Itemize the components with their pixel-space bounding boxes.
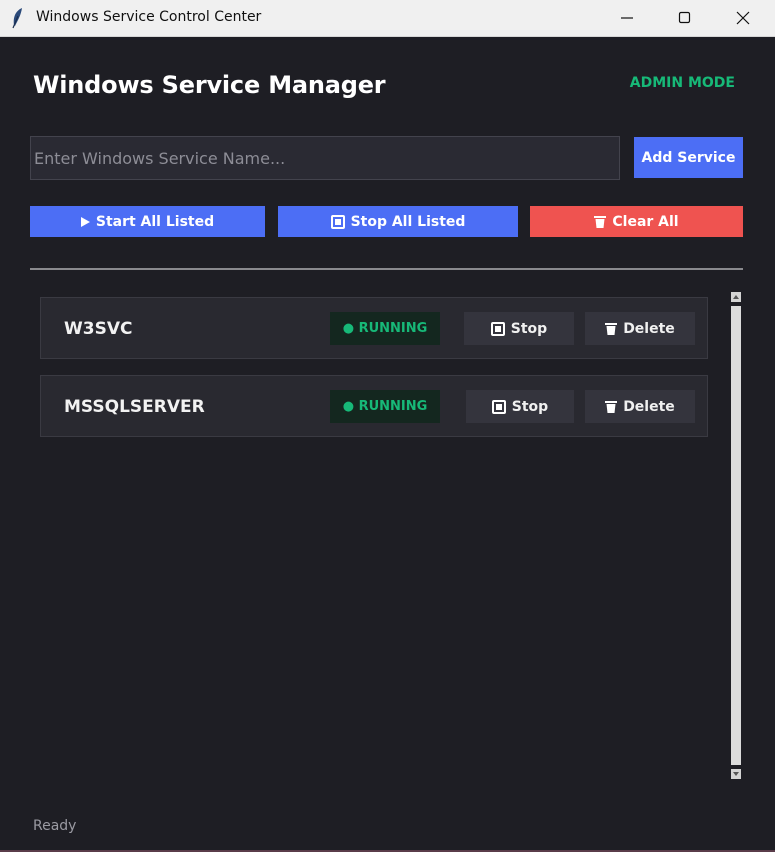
feather-icon xyxy=(12,8,22,29)
clear-all-button[interactable]: Clear All xyxy=(530,206,743,237)
delete-service-button[interactable]: Delete xyxy=(585,390,695,423)
stop-service-button[interactable]: Stop xyxy=(464,312,574,345)
close-icon xyxy=(736,11,750,25)
arrow-down-icon xyxy=(733,772,739,776)
service-name: W3SVC xyxy=(64,319,133,339)
arrow-up-icon xyxy=(733,295,739,299)
start-all-button[interactable]: Start All Listed xyxy=(30,206,265,237)
maximize-icon xyxy=(678,11,691,24)
stop-icon xyxy=(490,321,505,336)
status-badge: ● RUNNING xyxy=(330,312,440,345)
delete-label: Delete xyxy=(623,320,675,337)
delete-label: Delete xyxy=(623,398,675,415)
stop-icon xyxy=(330,214,345,229)
scroll-up-button[interactable] xyxy=(731,292,741,302)
scrollbar-thumb[interactable] xyxy=(731,306,741,765)
service-name: MSSQLSERVER xyxy=(64,397,205,417)
trash-icon xyxy=(605,323,618,335)
stop-label: Stop xyxy=(510,320,548,337)
add-service-button[interactable]: Add Service xyxy=(634,137,743,178)
stop-label: Stop xyxy=(511,398,549,415)
service-row: W3SVC ● RUNNING Stop Delete xyxy=(40,297,708,359)
stop-all-label: Stop All Listed xyxy=(350,213,466,230)
stop-icon xyxy=(491,399,506,414)
status-bar-text: Ready xyxy=(33,818,77,834)
clear-all-label: Clear All xyxy=(612,213,679,230)
service-name-input[interactable] xyxy=(30,136,620,180)
service-row: MSSQLSERVER ● RUNNING Stop Delete xyxy=(40,375,708,437)
maximize-button[interactable] xyxy=(662,0,708,36)
window-title: Windows Service Control Center xyxy=(36,9,262,25)
trash-icon xyxy=(594,216,607,228)
stop-all-button[interactable]: Stop All Listed xyxy=(278,206,518,237)
admin-mode-badge: ADMIN MODE xyxy=(629,75,735,91)
status-badge: ● RUNNING xyxy=(330,390,440,423)
window-titlebar[interactable]: Windows Service Control Center xyxy=(0,0,775,37)
section-divider xyxy=(30,268,743,270)
page-title: Windows Service Manager xyxy=(33,71,386,99)
stop-service-button[interactable]: Stop xyxy=(466,390,574,423)
trash-icon xyxy=(605,401,618,413)
close-button[interactable] xyxy=(720,0,766,36)
play-icon xyxy=(80,216,90,227)
delete-service-button[interactable]: Delete xyxy=(585,312,695,345)
minimize-button[interactable] xyxy=(604,0,650,36)
start-all-label: Start All Listed xyxy=(95,213,215,230)
scroll-down-button[interactable] xyxy=(731,769,741,779)
minimize-icon xyxy=(621,17,633,19)
